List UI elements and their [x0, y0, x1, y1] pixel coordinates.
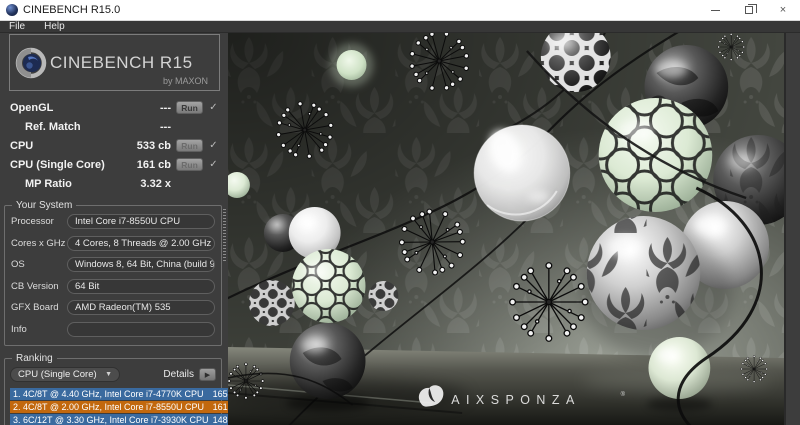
minimize-button[interactable] — [698, 0, 732, 20]
menu-bar: File Help — [0, 21, 800, 33]
ranking-title: Ranking — [12, 353, 57, 364]
refmatch-value: --- — [160, 120, 171, 133]
cpu-single-run-button[interactable]: Run — [176, 158, 203, 171]
window-title: CINEBENCH R15.0 — [23, 4, 121, 16]
ranking-controls: CPU (Single Core) ▼ Details ▶ — [10, 367, 216, 382]
benchmark-row-mp-ratio: MP Ratio 3.32 x — [10, 174, 220, 193]
ranking-row-score: 161 — [212, 402, 228, 412]
control-panel: CINEBENCH R15 by MAXON OpenGL --- Run ✓ … — [0, 33, 242, 425]
cpu-label: CPU — [10, 139, 34, 152]
mp-ratio-value: 3.32 x — [140, 177, 171, 190]
cinebench-logo: CINEBENCH R15 by MAXON — [9, 34, 220, 91]
panel-splitter[interactable] — [223, 209, 226, 261]
cpu-checkmark-icon[interactable]: ✓ — [207, 140, 220, 151]
minimize-icon — [710, 9, 720, 11]
cb-version-label: CB Version — [11, 280, 59, 292]
ranking-row-text: 3. 6C/12T @ 3.30 GHz, Intel Core i7-3930… — [13, 415, 209, 425]
ranking-row-2-your-score[interactable]: 2. 4C/8T @ 2.00 GHz, Intel Core i7-8550U… — [10, 401, 231, 413]
cpu-score: 533 cb — [136, 139, 171, 152]
benchmark-row-opengl: OpenGL --- Run ✓ — [10, 98, 220, 117]
benchmark-row-cpu-single: CPU (Single Core) 161 cb Run ✓ — [10, 155, 220, 174]
gfx-label: GFX Board — [11, 302, 59, 313]
ranking-group: Ranking CPU (Single Core) ▼ Details ▶ 1.… — [4, 353, 242, 425]
cinema4d-logo-icon — [15, 47, 47, 78]
cb-version-field: 64 Bit — [67, 278, 215, 294]
opengl-run-button[interactable]: Run — [176, 101, 203, 114]
benchmark-row-cpu: CPU 533 cb Run ✓ — [10, 136, 220, 155]
opengl-label: OpenGL — [10, 101, 54, 114]
details-label: Details — [163, 369, 194, 380]
glow-sphere — [329, 43, 374, 87]
cpu-single-score: 161 cb — [136, 158, 171, 171]
opengl-score: --- — [160, 101, 171, 114]
ranking-row-3[interactable]: 3. 6C/12T @ 3.30 GHz, Intel Core i7-3930… — [10, 414, 231, 425]
render-viewport: AIXSPONZA ® — [228, 33, 786, 425]
close-button[interactable]: × — [766, 0, 800, 20]
ranking-row-1[interactable]: 1. 4C/8T @ 4.40 GHz, Intel Core i7-4770K… — [10, 388, 231, 400]
ranking-row-text: 1. 4C/8T @ 4.40 GHz, Intel Core i7-4770K… — [13, 389, 204, 399]
os-field: Windows 8, 64 Bit, China (build 9200) — [67, 257, 215, 272]
system-row-processor: Processor Intel Core i7-8550U CPU — [11, 214, 215, 229]
mp-ratio-label: MP Ratio — [25, 177, 72, 190]
maximize-icon — [745, 4, 757, 14]
ranking-row-text: 2. 4C/8T @ 2.00 GHz, Intel Core i7-8550U… — [13, 402, 205, 412]
system-row-cores: Cores x GHz 4 Cores, 8 Threads @ 2.00 GH… — [11, 235, 215, 251]
benchmark-row-refmatch: Ref. Match --- — [10, 117, 220, 136]
your-system-title: Your System — [12, 200, 77, 211]
processor-field: Intel Core i7-8550U CPU — [67, 214, 215, 229]
details-arrow-icon: ▶ — [204, 371, 211, 379]
ranking-filter-value: CPU (Single Core) — [18, 369, 97, 380]
chevron-down-icon: ▼ — [105, 371, 112, 378]
logo-title: CINEBENCH R15 — [50, 52, 193, 72]
os-label: OS — [11, 259, 25, 270]
info-label: Info — [11, 323, 27, 335]
gfx-field: AMD Radeon(TM) 535 — [67, 300, 215, 315]
glass-sphere — [473, 124, 571, 222]
cpu-single-checkmark-icon[interactable]: ✓ — [207, 159, 220, 170]
cpu-run-button[interactable]: Run — [176, 139, 203, 152]
benchmark-section: OpenGL --- Run ✓ Ref. Match --- CPU 533 … — [10, 98, 220, 193]
menu-help[interactable]: Help — [44, 21, 65, 33]
system-row-os: OS Windows 8, 64 Bit, China (build 9200) — [11, 257, 215, 272]
close-icon: × — [779, 4, 787, 16]
ranking-filter-select[interactable]: CPU (Single Core) ▼ — [10, 367, 120, 382]
processor-label: Processor — [11, 216, 54, 227]
logo-subtitle: by MAXON — [162, 76, 208, 86]
system-row-info: Info — [11, 321, 215, 337]
app-icon — [6, 4, 18, 16]
cores-field: 4 Cores, 8 Threads @ 2.00 GHz — [67, 235, 215, 251]
watermark-text: AIXSPONZA — [451, 393, 581, 407]
details-button[interactable]: ▶ — [199, 368, 216, 381]
system-row-cb-version: CB Version 64 Bit — [11, 278, 215, 294]
ranking-row-score: 165 — [212, 389, 228, 399]
render-scene: AIXSPONZA ® — [228, 33, 784, 425]
cpu-single-label: CPU (Single Core) — [10, 158, 105, 171]
ranking-row-score: 148 — [212, 415, 228, 425]
system-row-gfx: GFX Board AMD Radeon(TM) 535 — [11, 300, 215, 315]
opengl-checkmark-icon[interactable]: ✓ — [207, 102, 220, 113]
window-controls: × — [698, 0, 800, 20]
maximize-button[interactable] — [732, 0, 766, 20]
registered-mark: ® — [621, 391, 626, 398]
refmatch-label: Ref. Match — [25, 120, 81, 133]
title-bar: CINEBENCH R15.0 × — [0, 0, 800, 21]
your-system-group: Your System Processor Intel Core i7-8550… — [4, 200, 222, 346]
menu-file[interactable]: File — [9, 21, 25, 33]
ranking-list: 1. 4C/8T @ 4.40 GHz, Intel Core i7-4770K… — [10, 388, 231, 425]
cores-label: Cores x GHz — [11, 237, 66, 249]
info-field[interactable] — [67, 321, 215, 337]
